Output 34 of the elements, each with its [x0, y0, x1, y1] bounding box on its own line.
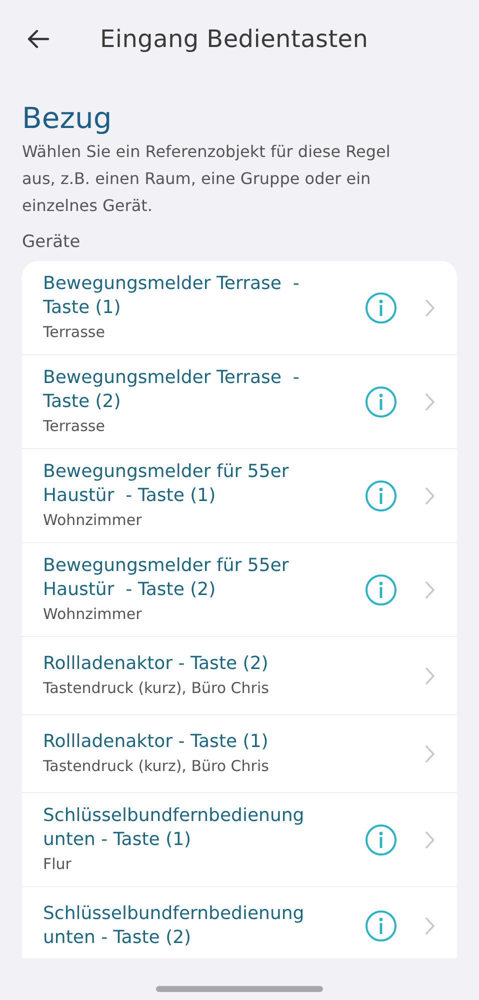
- device-title[interactable]: Rollladenaktor - Taste (2): [43, 652, 425, 676]
- device-title[interactable]: Rollladenaktor - Taste (1): [43, 730, 425, 754]
- info-icon[interactable]: [365, 480, 397, 512]
- chevron-icon[interactable]: [425, 580, 435, 598]
- device-subtitle: Terrasse: [43, 322, 106, 343]
- info-icon[interactable]: [365, 574, 397, 606]
- chevron-icon[interactable]: [425, 916, 435, 934]
- device-title[interactable]: Bewegungsmelder für 55er Haustür - Taste (2): [43, 554, 365, 602]
- device-title[interactable]: Schlüsselbundfernbedienung unten - Taste (2): [43, 902, 365, 950]
- device-subtitle: Terrasse: [43, 416, 106, 437]
- chevron-icon[interactable]: [425, 392, 435, 410]
- device-subtitle: Tastendruck (kurz), Büro Chris: [43, 756, 270, 777]
- page-title: Eingang Bedientasten: [100, 25, 368, 53]
- info-icon[interactable]: [365, 386, 397, 418]
- chevron-icon[interactable]: [425, 744, 435, 762]
- section-title: Bezug: [22, 100, 113, 136]
- device-title[interactable]: Bewegungsmelder Terrase - Taste (1): [43, 272, 365, 320]
- chevron-icon[interactable]: [425, 298, 435, 316]
- info-icon[interactable]: [365, 824, 397, 856]
- device-subtitle: Tastendruck (kurz), Büro Chris: [43, 678, 270, 699]
- chevron-icon[interactable]: [425, 486, 435, 504]
- back-icon[interactable]: [26, 29, 50, 49]
- device-subtitle: Wohnzimmer: [43, 604, 143, 625]
- chevron-icon[interactable]: [425, 666, 435, 684]
- device-title[interactable]: Schlüsselbundfernbedienung unten - Taste (1): [43, 804, 365, 852]
- device-title[interactable]: Bewegungsmelder für 55er Haustür - Taste (1): [43, 460, 365, 508]
- section-description: Wählen Sie ein Referenzobjekt für diese Regel aus, z.B. einen Raum, eine Gruppe oder ein einzelnes Gerät.: [22, 141, 392, 217]
- chevron-icon[interactable]: [425, 830, 435, 848]
- info-icon[interactable]: [365, 292, 397, 324]
- info-icon[interactable]: [365, 910, 397, 942]
- device-subtitle: Flur: [43, 854, 72, 875]
- device-title[interactable]: Bewegungsmelder Terrase - Taste (2): [43, 366, 365, 414]
- group-label: Geräte: [22, 231, 82, 254]
- device-subtitle: Wohnzimmer: [43, 510, 143, 531]
